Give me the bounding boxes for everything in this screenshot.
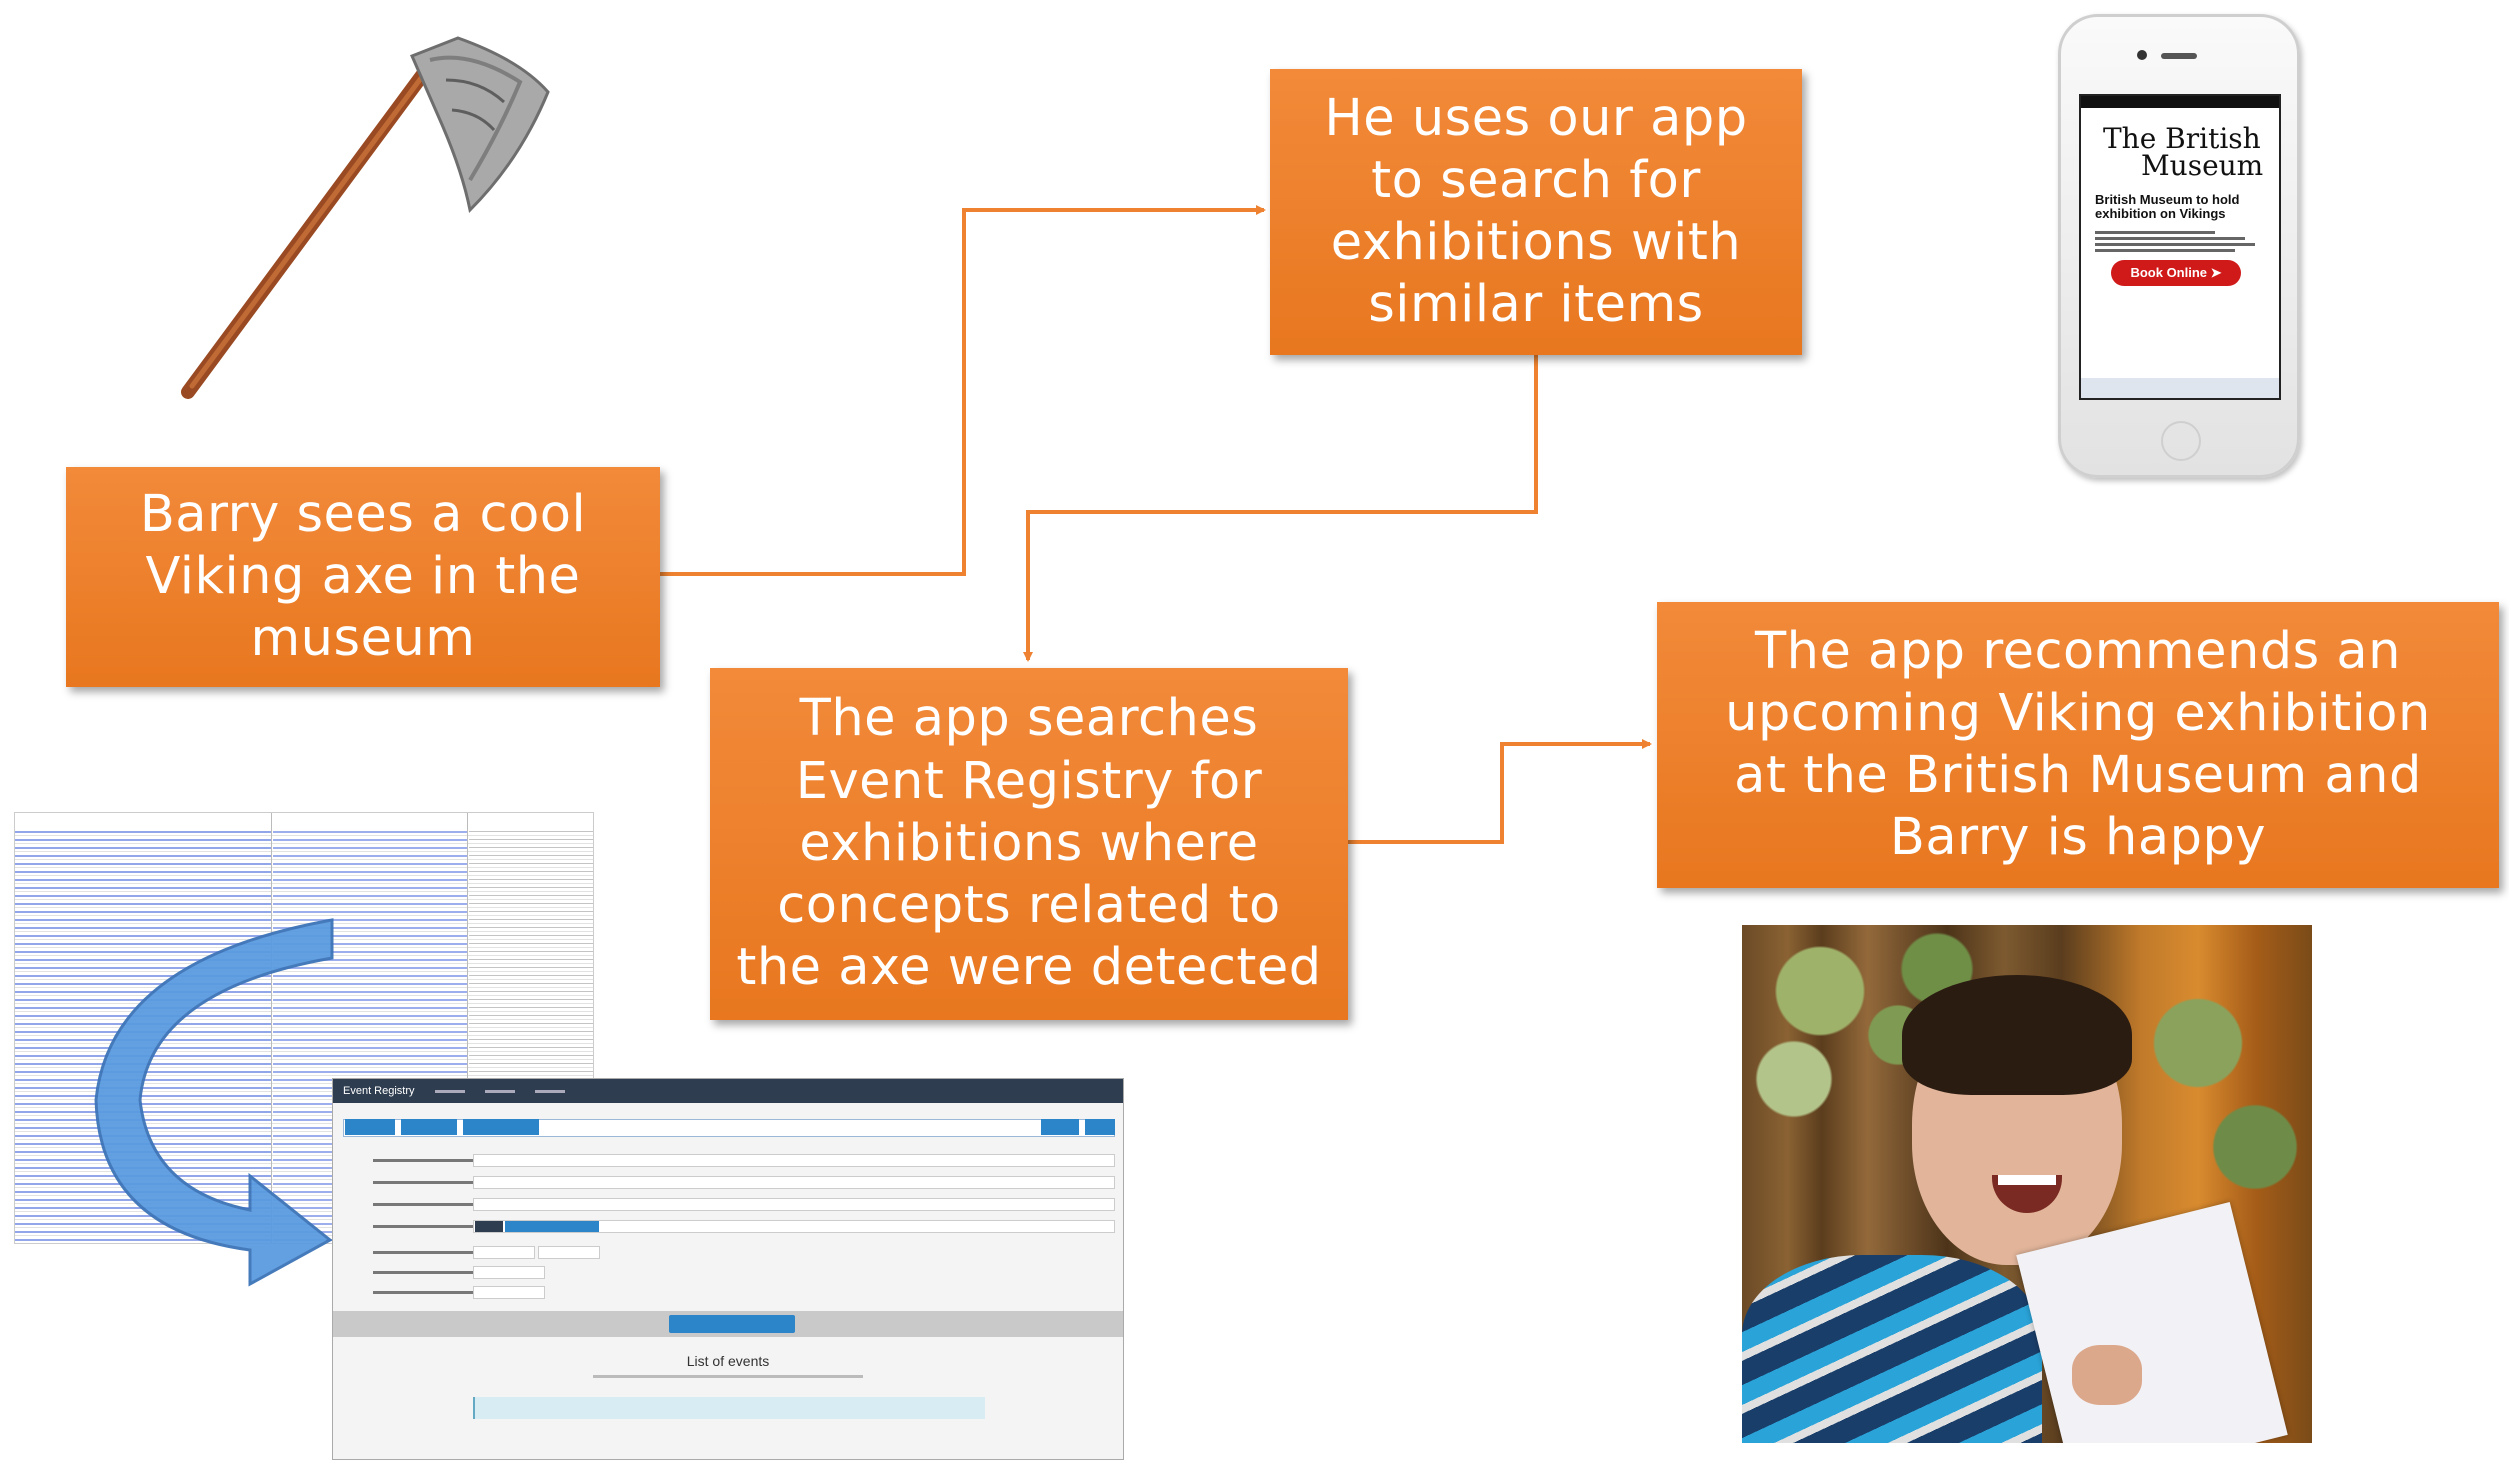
- event-registry-logo: Event Registry: [343, 1085, 415, 1097]
- list-title: List of events: [686, 1353, 770, 1369]
- filter-button: [463, 1119, 539, 1135]
- happy-barry-photo: [1742, 925, 2312, 1443]
- display-select: [669, 1315, 795, 1333]
- event-registry-navbar: Event Registry: [333, 1079, 1123, 1103]
- settings-button: [1085, 1119, 1115, 1135]
- event-registry-screenshot: Event Registry List of events: [332, 1078, 1124, 1460]
- filter-button: [345, 1119, 395, 1135]
- search-button: [1041, 1119, 1079, 1135]
- filter-button: [401, 1119, 457, 1135]
- event-registry-search-bar: [343, 1119, 1115, 1137]
- search-notice: [473, 1397, 985, 1419]
